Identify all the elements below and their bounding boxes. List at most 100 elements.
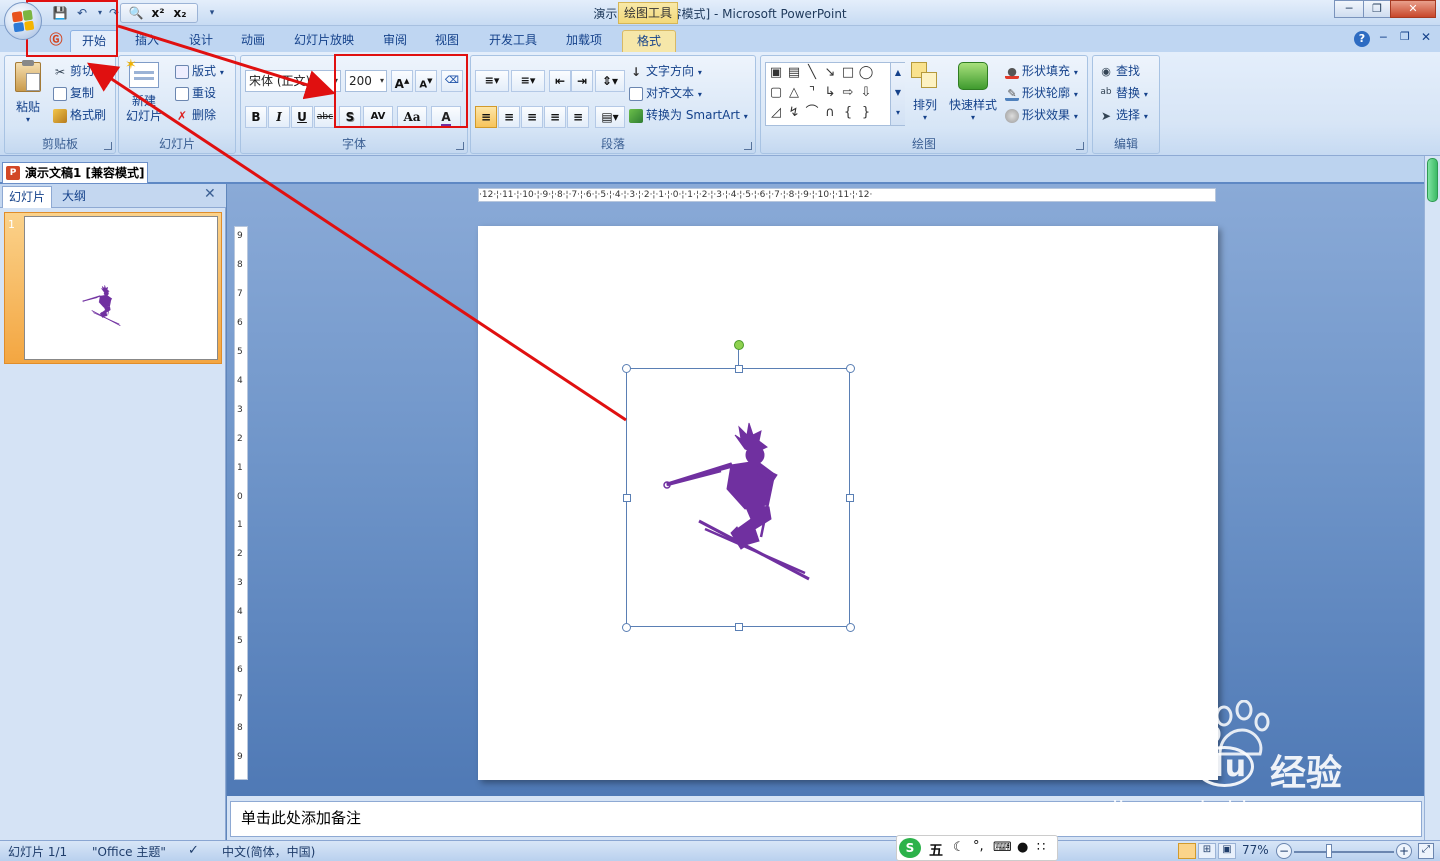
tab-slideshow[interactable]: 幻灯片放映 — [286, 30, 362, 52]
vertical-textbox-shape-icon[interactable]: ▤ — [786, 65, 802, 81]
doc-restore-icon[interactable]: ❐ — [1400, 30, 1410, 43]
slideshow-view-icon[interactable]: ▣ — [1218, 843, 1236, 859]
right-brace-shape-icon[interactable]: } — [858, 105, 874, 121]
close-pane-icon[interactable]: ✕ — [204, 186, 216, 202]
rotation-handle[interactable] — [734, 340, 744, 350]
minimize-button[interactable]: ─ — [1334, 0, 1364, 18]
decrease-indent-button[interactable]: ⇤ — [549, 70, 571, 92]
tab-review[interactable]: 审阅 — [372, 30, 418, 52]
shapes-gallery[interactable]: ▣ ▤ ╲ ↘ □ ◯ ▢ △ ⌝ ↳ ⇨ ⇩ ◿ ↯ ⌒ ∩ { } ▲ ▼ ▾ — [765, 62, 905, 126]
delete-slide-button[interactable]: ✗ 删除 — [175, 106, 216, 123]
elbow-arrow-icon[interactable]: ↳ — [822, 85, 838, 101]
zoom-level[interactable]: 77% — [1242, 843, 1269, 857]
sogou-ime-icon[interactable]: S — [899, 838, 921, 858]
ime-mode[interactable]: 五 — [929, 840, 943, 860]
tab-slides[interactable]: 幻灯片 — [2, 186, 53, 208]
columns-button[interactable]: ▤▾ — [595, 106, 625, 128]
align-center-button[interactable]: ≡ — [498, 106, 520, 128]
shape-outline-button[interactable]: ✎ 形状轮廓 ▾ — [1005, 84, 1078, 101]
bullets-button[interactable]: ≡▾ — [475, 70, 509, 92]
doc-close-icon[interactable]: ✕ — [1421, 30, 1431, 44]
textbox-shape-icon[interactable]: ▣ — [768, 65, 784, 81]
resize-handle-top-left[interactable] — [622, 364, 631, 373]
document-tab[interactable]: P 演示文稿1 [兼容模式] — [2, 162, 148, 184]
triangle-shape-icon[interactable]: △ — [786, 85, 802, 101]
bold-button[interactable]: B — [245, 106, 267, 128]
italic-button[interactable]: I — [268, 106, 290, 128]
resize-handle-top-right[interactable] — [846, 364, 855, 373]
office-button[interactable] — [4, 2, 42, 40]
arrow-line-shape-icon[interactable]: ↘ — [822, 65, 838, 81]
justify-button[interactable]: ≡ — [544, 106, 566, 128]
sorter-view-icon[interactable]: ⊞ — [1198, 843, 1216, 859]
select-button[interactable]: ➤ 选择 ▾ — [1099, 106, 1148, 123]
grid-menu-icon[interactable]: ∷ — [1037, 840, 1045, 855]
left-brace-shape-icon[interactable]: { — [840, 105, 856, 121]
reset-button[interactable]: 重设 — [175, 84, 216, 101]
shape-effects-button[interactable]: 形状效果 ▾ — [1005, 106, 1078, 123]
zoom-slider-thumb[interactable] — [1326, 844, 1332, 858]
right-arrow-shape-icon[interactable]: ⇨ — [840, 85, 856, 101]
layout-button[interactable]: 版式 ▾ — [175, 62, 224, 79]
zoom-out-icon[interactable]: − — [1276, 843, 1292, 859]
clipboard-launcher-icon[interactable] — [104, 142, 112, 150]
align-left-button[interactable]: ≡ — [475, 106, 497, 128]
curve-shape-icon[interactable]: ⌒ — [804, 105, 820, 121]
moon-icon[interactable]: ☾ — [953, 840, 965, 855]
resize-handle-bottom-right[interactable] — [846, 623, 855, 632]
quick-styles-button[interactable]: 快速样式 ▾ — [947, 60, 999, 122]
user-icon[interactable]: ● — [1017, 840, 1028, 855]
increase-indent-button[interactable]: ⇥ — [571, 70, 593, 92]
close-button[interactable]: ✕ — [1390, 0, 1436, 18]
format-painter-button[interactable]: 格式刷 — [53, 106, 106, 123]
restore-button[interactable]: ❐ — [1363, 0, 1391, 18]
down-arrow-shape-icon[interactable]: ⇩ — [858, 85, 874, 101]
freeform-shape-icon[interactable]: ◿ — [768, 105, 784, 121]
slide-thumbnail[interactable] — [24, 216, 218, 360]
align-text-button[interactable]: 对齐文本 ▾ — [629, 84, 702, 101]
elbow-connector-icon[interactable]: ⌝ — [804, 85, 820, 101]
convert-smartart-button[interactable]: 转换为 SmartArt ▾ — [629, 106, 748, 123]
shape-fill-button[interactable]: ● 形状填充 ▾ — [1005, 62, 1078, 79]
normal-view-icon[interactable] — [1178, 843, 1196, 859]
tab-animations[interactable]: 动画 — [230, 30, 276, 52]
tab-outline[interactable]: 大纲 — [56, 186, 92, 208]
fit-to-window-icon[interactable]: ⤢ — [1418, 843, 1434, 859]
paragraph-launcher-icon[interactable] — [744, 142, 752, 150]
numbering-button[interactable]: ≡▾ — [511, 70, 545, 92]
keyboard-icon[interactable]: ⌨ — [993, 840, 1012, 855]
shapes-up-icon[interactable]: ▲ — [891, 63, 905, 83]
tab-design[interactable]: 设计 — [178, 30, 224, 52]
tab-insert[interactable]: 插入 — [124, 30, 170, 52]
drawing-launcher-icon[interactable] — [1076, 142, 1084, 150]
arc-shape-icon[interactable]: ∩ — [822, 105, 838, 121]
zoom-slider-track[interactable] — [1294, 851, 1394, 853]
resize-handle-left[interactable] — [623, 494, 631, 502]
new-slide-button[interactable]: ✶ 新建 幻灯片 — [123, 57, 165, 124]
zoom-in-icon[interactable]: + — [1396, 843, 1412, 859]
tab-developer[interactable]: 开发工具 — [480, 30, 546, 52]
font-name-combo[interactable]: 宋体 (正文) ▾ — [245, 70, 341, 92]
resize-handle-top[interactable] — [735, 365, 743, 373]
copy-button[interactable]: 复制 — [53, 84, 94, 101]
doc-minimize-icon[interactable]: ─ — [1380, 31, 1387, 44]
find-button[interactable]: ◉ 查找 — [1099, 62, 1140, 79]
punctuation-icon[interactable]: °, — [973, 839, 984, 854]
vertical-scrollbar[interactable] — [1424, 156, 1440, 840]
shapes-down-icon[interactable]: ▼ — [891, 83, 905, 103]
lightning-shape-icon[interactable]: ↯ — [786, 105, 802, 121]
rounded-rect-shape-icon[interactable]: ▢ — [768, 85, 784, 101]
replace-button[interactable]: ab 替换 ▾ — [1099, 84, 1147, 101]
selected-picture[interactable] — [622, 340, 855, 632]
tab-format[interactable]: 格式 — [622, 30, 676, 52]
resize-handle-bottom-left[interactable] — [622, 623, 631, 632]
resize-handle-right[interactable] — [846, 494, 854, 502]
resize-handle-bottom[interactable] — [735, 623, 743, 631]
line-spacing-button[interactable]: ⇕▾ — [595, 70, 625, 92]
line-shape-icon[interactable]: ╲ — [804, 65, 820, 81]
cut-button[interactable]: ✂ 剪切 — [53, 62, 94, 79]
paste-button[interactable]: 粘贴 ▾ — [11, 60, 45, 124]
tab-view[interactable]: 视图 — [424, 30, 470, 52]
help-icon[interactable]: ? — [1354, 31, 1370, 47]
arrange-button[interactable]: 排列 ▾ — [907, 60, 943, 122]
